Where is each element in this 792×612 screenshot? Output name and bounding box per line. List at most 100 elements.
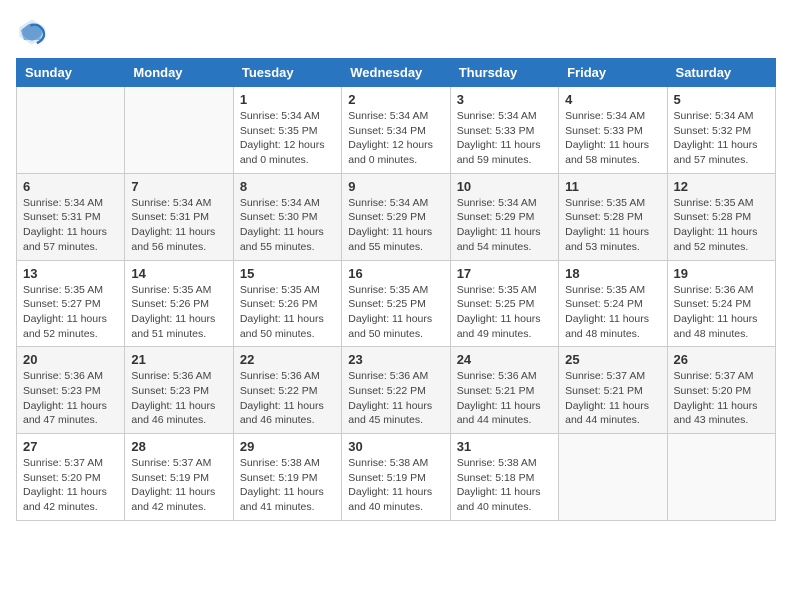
- calendar-cell: 28 Sunrise: 5:37 AM Sunset: 5:19 PM Dayli…: [125, 434, 233, 521]
- day-number: 12: [674, 179, 769, 194]
- day-number: 26: [674, 352, 769, 367]
- day-info: Sunrise: 5:35 AM Sunset: 5:24 PM Dayligh…: [565, 283, 660, 342]
- calendar-cell: 4 Sunrise: 5:34 AM Sunset: 5:33 PM Daylig…: [559, 87, 667, 174]
- weekday-header-saturday: Saturday: [667, 59, 775, 87]
- calendar-cell: 18 Sunrise: 5:35 AM Sunset: 5:24 PM Dayli…: [559, 260, 667, 347]
- day-info: Sunrise: 5:38 AM Sunset: 5:18 PM Dayligh…: [457, 456, 552, 515]
- day-number: 2: [348, 92, 443, 107]
- day-number: 17: [457, 266, 552, 281]
- day-number: 4: [565, 92, 660, 107]
- day-info: Sunrise: 5:37 AM Sunset: 5:20 PM Dayligh…: [674, 369, 769, 428]
- calendar-cell: 24 Sunrise: 5:36 AM Sunset: 5:21 PM Dayli…: [450, 347, 558, 434]
- day-number: 28: [131, 439, 226, 454]
- calendar-cell: 19 Sunrise: 5:36 AM Sunset: 5:24 PM Dayli…: [667, 260, 775, 347]
- calendar-week-row: 13 Sunrise: 5:35 AM Sunset: 5:27 PM Dayli…: [17, 260, 776, 347]
- day-number: 21: [131, 352, 226, 367]
- day-info: Sunrise: 5:38 AM Sunset: 5:19 PM Dayligh…: [240, 456, 335, 515]
- day-info: Sunrise: 5:36 AM Sunset: 5:22 PM Dayligh…: [240, 369, 335, 428]
- calendar-cell: [559, 434, 667, 521]
- calendar-cell: 27 Sunrise: 5:37 AM Sunset: 5:20 PM Dayli…: [17, 434, 125, 521]
- day-info: Sunrise: 5:35 AM Sunset: 5:28 PM Dayligh…: [565, 196, 660, 255]
- day-number: 22: [240, 352, 335, 367]
- calendar-cell: 29 Sunrise: 5:38 AM Sunset: 5:19 PM Dayli…: [233, 434, 341, 521]
- header: [16, 16, 776, 48]
- weekday-header-friday: Friday: [559, 59, 667, 87]
- calendar-cell: 14 Sunrise: 5:35 AM Sunset: 5:26 PM Dayli…: [125, 260, 233, 347]
- day-number: 29: [240, 439, 335, 454]
- day-number: 25: [565, 352, 660, 367]
- day-info: Sunrise: 5:36 AM Sunset: 5:24 PM Dayligh…: [674, 283, 769, 342]
- calendar-cell: 7 Sunrise: 5:34 AM Sunset: 5:31 PM Daylig…: [125, 173, 233, 260]
- calendar-body: 1 Sunrise: 5:34 AM Sunset: 5:35 PM Daylig…: [17, 87, 776, 521]
- day-info: Sunrise: 5:36 AM Sunset: 5:22 PM Dayligh…: [348, 369, 443, 428]
- day-number: 13: [23, 266, 118, 281]
- calendar-cell: [125, 87, 233, 174]
- logo: [16, 16, 54, 48]
- day-number: 23: [348, 352, 443, 367]
- day-info: Sunrise: 5:34 AM Sunset: 5:33 PM Dayligh…: [565, 109, 660, 168]
- calendar-week-row: 6 Sunrise: 5:34 AM Sunset: 5:31 PM Daylig…: [17, 173, 776, 260]
- day-info: Sunrise: 5:36 AM Sunset: 5:21 PM Dayligh…: [457, 369, 552, 428]
- day-number: 16: [348, 266, 443, 281]
- day-info: Sunrise: 5:34 AM Sunset: 5:29 PM Dayligh…: [348, 196, 443, 255]
- day-number: 19: [674, 266, 769, 281]
- calendar-cell: 30Sunrise: 5:38 AM Sunset: 5:19 PM Dayli…: [342, 434, 450, 521]
- calendar-cell: 31Sunrise: 5:38 AM Sunset: 5:18 PM Dayli…: [450, 434, 558, 521]
- day-info: Sunrise: 5:34 AM Sunset: 5:34 PM Dayligh…: [348, 109, 443, 168]
- calendar-cell: 25 Sunrise: 5:37 AM Sunset: 5:21 PM Dayli…: [559, 347, 667, 434]
- calendar-cell: 21 Sunrise: 5:36 AM Sunset: 5:23 PM Dayli…: [125, 347, 233, 434]
- day-number: 11: [565, 179, 660, 194]
- calendar-cell: 13 Sunrise: 5:35 AM Sunset: 5:27 PM Dayli…: [17, 260, 125, 347]
- day-info: Sunrise: 5:35 AM Sunset: 5:25 PM Dayligh…: [348, 283, 443, 342]
- day-number: 5: [674, 92, 769, 107]
- day-info: Sunrise: 5:38 AM Sunset: 5:19 PM Dayligh…: [348, 456, 443, 515]
- day-number: 14: [131, 266, 226, 281]
- calendar-week-row: 20Sunrise: 5:36 AM Sunset: 5:23 PM Dayli…: [17, 347, 776, 434]
- calendar-cell: 26 Sunrise: 5:37 AM Sunset: 5:20 PM Dayli…: [667, 347, 775, 434]
- calendar-week-row: 1 Sunrise: 5:34 AM Sunset: 5:35 PM Daylig…: [17, 87, 776, 174]
- calendar-cell: 5Sunrise: 5:34 AM Sunset: 5:32 PM Daylig…: [667, 87, 775, 174]
- day-number: 18: [565, 266, 660, 281]
- day-info: Sunrise: 5:37 AM Sunset: 5:19 PM Dayligh…: [131, 456, 226, 515]
- day-number: 24: [457, 352, 552, 367]
- calendar-header: SundayMondayTuesdayWednesdayThursdayFrid…: [17, 59, 776, 87]
- day-info: Sunrise: 5:35 AM Sunset: 5:28 PM Dayligh…: [674, 196, 769, 255]
- day-number: 6: [23, 179, 118, 194]
- calendar-cell: 22 Sunrise: 5:36 AM Sunset: 5:22 PM Dayli…: [233, 347, 341, 434]
- day-number: 9: [348, 179, 443, 194]
- weekday-header-sunday: Sunday: [17, 59, 125, 87]
- day-number: 27: [23, 439, 118, 454]
- calendar-cell: 8Sunrise: 5:34 AM Sunset: 5:30 PM Daylig…: [233, 173, 341, 260]
- day-info: Sunrise: 5:34 AM Sunset: 5:31 PM Dayligh…: [131, 196, 226, 255]
- day-info: Sunrise: 5:34 AM Sunset: 5:30 PM Dayligh…: [240, 196, 335, 255]
- day-info: Sunrise: 5:34 AM Sunset: 5:29 PM Dayligh…: [457, 196, 552, 255]
- weekday-header-monday: Monday: [125, 59, 233, 87]
- day-info: Sunrise: 5:34 AM Sunset: 5:33 PM Dayligh…: [457, 109, 552, 168]
- day-info: Sunrise: 5:37 AM Sunset: 5:20 PM Dayligh…: [23, 456, 118, 515]
- calendar-cell: [667, 434, 775, 521]
- day-info: Sunrise: 5:35 AM Sunset: 5:25 PM Dayligh…: [457, 283, 552, 342]
- calendar-cell: [17, 87, 125, 174]
- logo-icon: [16, 16, 48, 48]
- day-number: 3: [457, 92, 552, 107]
- day-info: Sunrise: 5:35 AM Sunset: 5:27 PM Dayligh…: [23, 283, 118, 342]
- calendar-cell: 2 Sunrise: 5:34 AM Sunset: 5:34 PM Daylig…: [342, 87, 450, 174]
- calendar-cell: 12 Sunrise: 5:35 AM Sunset: 5:28 PM Dayli…: [667, 173, 775, 260]
- day-info: Sunrise: 5:36 AM Sunset: 5:23 PM Dayligh…: [131, 369, 226, 428]
- calendar-week-row: 27 Sunrise: 5:37 AM Sunset: 5:20 PM Dayli…: [17, 434, 776, 521]
- day-info: Sunrise: 5:34 AM Sunset: 5:35 PM Dayligh…: [240, 109, 335, 168]
- calendar-cell: 23 Sunrise: 5:36 AM Sunset: 5:22 PM Dayli…: [342, 347, 450, 434]
- day-info: Sunrise: 5:35 AM Sunset: 5:26 PM Dayligh…: [131, 283, 226, 342]
- day-number: 15: [240, 266, 335, 281]
- day-info: Sunrise: 5:37 AM Sunset: 5:21 PM Dayligh…: [565, 369, 660, 428]
- day-info: Sunrise: 5:34 AM Sunset: 5:31 PM Dayligh…: [23, 196, 118, 255]
- weekday-header-wednesday: Wednesday: [342, 59, 450, 87]
- day-number: 7: [131, 179, 226, 194]
- calendar-cell: 15Sunrise: 5:35 AM Sunset: 5:26 PM Dayli…: [233, 260, 341, 347]
- weekday-header-row: SundayMondayTuesdayWednesdayThursdayFrid…: [17, 59, 776, 87]
- calendar-cell: 16 Sunrise: 5:35 AM Sunset: 5:25 PM Dayli…: [342, 260, 450, 347]
- calendar-cell: 3 Sunrise: 5:34 AM Sunset: 5:33 PM Daylig…: [450, 87, 558, 174]
- weekday-header-thursday: Thursday: [450, 59, 558, 87]
- day-number: 1: [240, 92, 335, 107]
- day-number: 10: [457, 179, 552, 194]
